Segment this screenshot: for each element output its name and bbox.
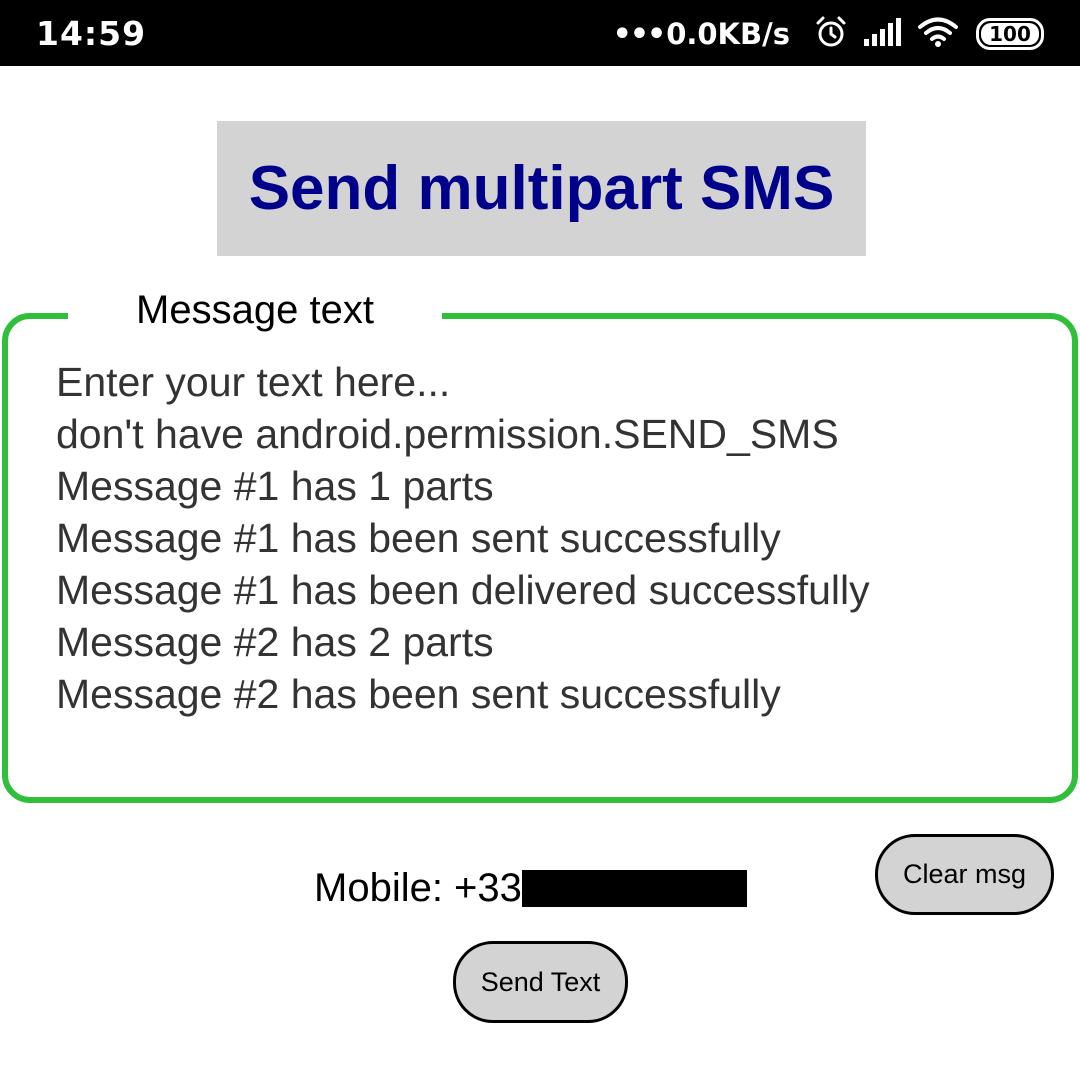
- message-line: Message #1 has been delivered successful…: [56, 567, 870, 613]
- status-indicators: ••• 0.0KB/s 100: [613, 12, 1044, 56]
- mobile-label: Mobile: +33: [314, 865, 522, 910]
- battery-icon: 100: [976, 18, 1044, 50]
- send-text-button[interactable]: Send Text: [453, 941, 628, 1023]
- notification-dots: •••: [612, 16, 667, 52]
- app-screen: 14:59 ••• 0.0KB/s 100 Send multipart SMS…: [0, 0, 1080, 1089]
- alarm-icon: [814, 15, 848, 54]
- page-title-box: Send multipart SMS: [217, 121, 866, 256]
- page-title: Send multipart SMS: [248, 154, 835, 223]
- status-bar: 14:59 ••• 0.0KB/s 100: [0, 0, 1080, 66]
- clear-msg-button[interactable]: Clear msg: [875, 834, 1054, 915]
- status-time: 14:59: [36, 14, 147, 53]
- battery-level: 100: [981, 22, 1039, 46]
- message-legend: Message text: [68, 284, 442, 336]
- message-line: Enter your text here...: [56, 359, 451, 405]
- message-line: Message #1 has 1 parts: [56, 463, 494, 509]
- message-line: Message #2 has 2 parts: [56, 619, 494, 665]
- message-text-area[interactable]: Enter your text here... don't have andro…: [56, 356, 1056, 776]
- message-line: don't have android.permission.SEND_SMS: [56, 411, 839, 457]
- message-line: Message #2 has been sent successfully: [56, 671, 781, 717]
- wifi-icon: [918, 16, 958, 53]
- mobile-number-field[interactable]: Mobile: +33: [314, 862, 747, 914]
- signal-icon: [862, 17, 904, 52]
- network-speed: 0.0KB/s: [666, 17, 790, 51]
- message-line: Message #1 has been sent successfully: [56, 515, 781, 561]
- redacted-phone-number: [521, 869, 747, 907]
